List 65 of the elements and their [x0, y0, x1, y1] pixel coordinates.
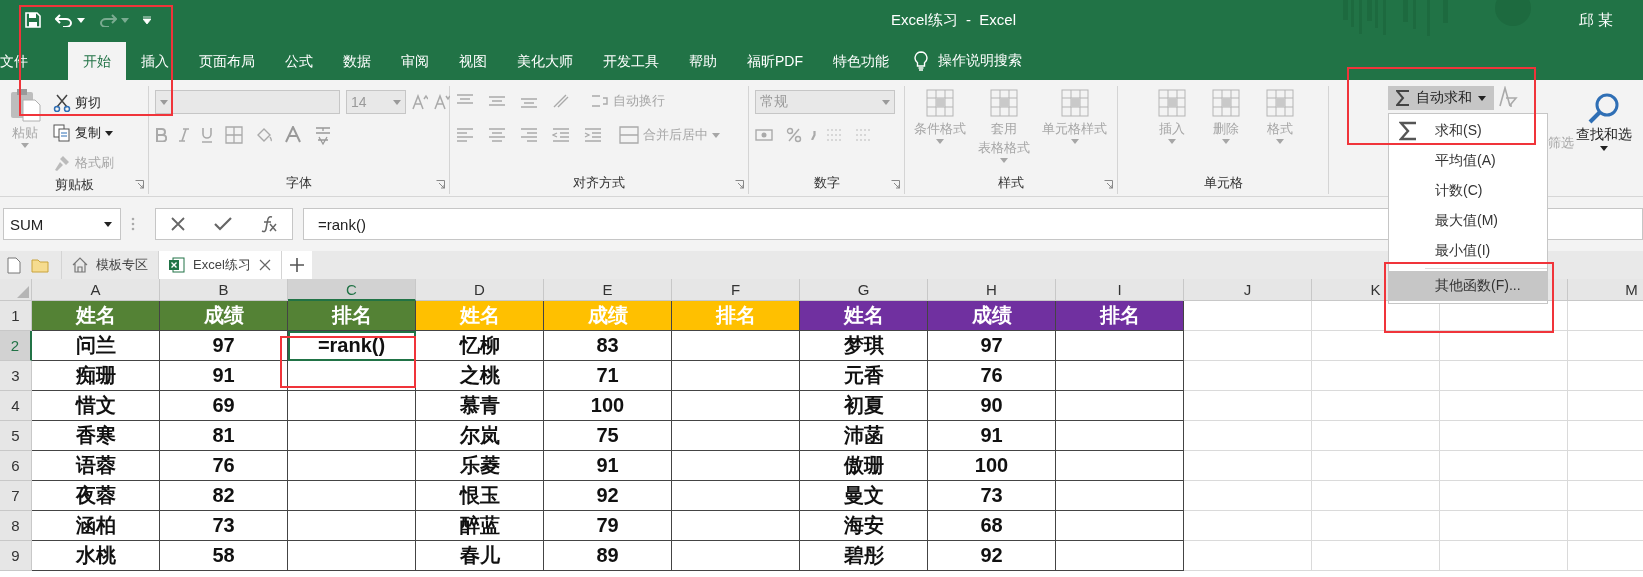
table-cell: 姓名 [800, 301, 928, 331]
table-cell: 100 [544, 391, 672, 421]
table-cell: 忆柳 [416, 331, 544, 361]
table-cell: 69 [160, 391, 288, 421]
table-cell: 90 [928, 391, 1056, 421]
table-cell: 92 [544, 481, 672, 511]
table-cell: 问兰 [32, 331, 160, 361]
table-cell: 碧彤 [800, 541, 928, 571]
table-cell: 慕青 [416, 391, 544, 421]
table-cell: 姓名 [32, 301, 160, 331]
table-cell: 成绩 [544, 301, 672, 331]
table-cell: 82 [160, 481, 288, 511]
table-cell: 97 [928, 331, 1056, 361]
table-cell: 91 [544, 451, 672, 481]
table-cell: 水桃 [32, 541, 160, 571]
table-cell: 92 [928, 541, 1056, 571]
table-cell: 香寒 [32, 421, 160, 451]
table-cell: 夜蓉 [32, 481, 160, 511]
table-cell: 痴珊 [32, 361, 160, 391]
table-cell: 83 [544, 331, 672, 361]
table-cell: 89 [544, 541, 672, 571]
table-cell: 姓名 [416, 301, 544, 331]
table-cell: 曼文 [800, 481, 928, 511]
table-cell: 乐菱 [416, 451, 544, 481]
table-cell: 梦琪 [800, 331, 928, 361]
table-cell: 沛菡 [800, 421, 928, 451]
table-cell: 76 [928, 361, 1056, 391]
group-label: 单元格 [1203, 174, 1243, 192]
table-cell: 100 [928, 451, 1056, 481]
table-cell: 海安 [800, 511, 928, 541]
group-label: 样式 [998, 174, 1024, 192]
group-label: 数字 [813, 174, 840, 192]
table-cell: 排名 [1056, 301, 1184, 331]
table-cell: 春儿 [416, 541, 544, 571]
table-cell: 75 [544, 421, 672, 451]
table-cell: 成绩 [160, 301, 288, 331]
table-cell: 尔岚 [416, 421, 544, 451]
table-cell: 排名 [288, 301, 416, 331]
group-label: 剪贴板 [54, 176, 94, 194]
table-cell: 惜文 [32, 391, 160, 421]
table-cell: 79 [544, 511, 672, 541]
table-cell: 成绩 [928, 301, 1056, 331]
table-cell: 语蓉 [32, 451, 160, 481]
group-label: 对齐方式 [573, 174, 625, 192]
table-cell: 91 [160, 361, 288, 391]
table-cell: 排名 [672, 301, 800, 331]
table-cell: 恨玉 [416, 481, 544, 511]
table-cell: 58 [160, 541, 288, 571]
table-cell: 68 [928, 511, 1056, 541]
table-cell: 91 [928, 421, 1056, 451]
table-cell: 76 [160, 451, 288, 481]
group-label: 字体 [286, 174, 312, 192]
table-cell: 涵柏 [32, 511, 160, 541]
table-cell: 傲珊 [800, 451, 928, 481]
table-cell: 初夏 [800, 391, 928, 421]
table-cell: 73 [160, 511, 288, 541]
table-cell: 71 [544, 361, 672, 391]
table-cell: 73 [928, 481, 1056, 511]
table-cell: 元香 [800, 361, 928, 391]
window-title: Excel练习 - Excel [891, 10, 1017, 30]
table-cell: 97 [160, 331, 288, 361]
table-cell: =rank() [288, 331, 416, 361]
table-cell: 81 [160, 421, 288, 451]
table-cell: 醉蓝 [416, 511, 544, 541]
table-cell: 之桃 [416, 361, 544, 391]
